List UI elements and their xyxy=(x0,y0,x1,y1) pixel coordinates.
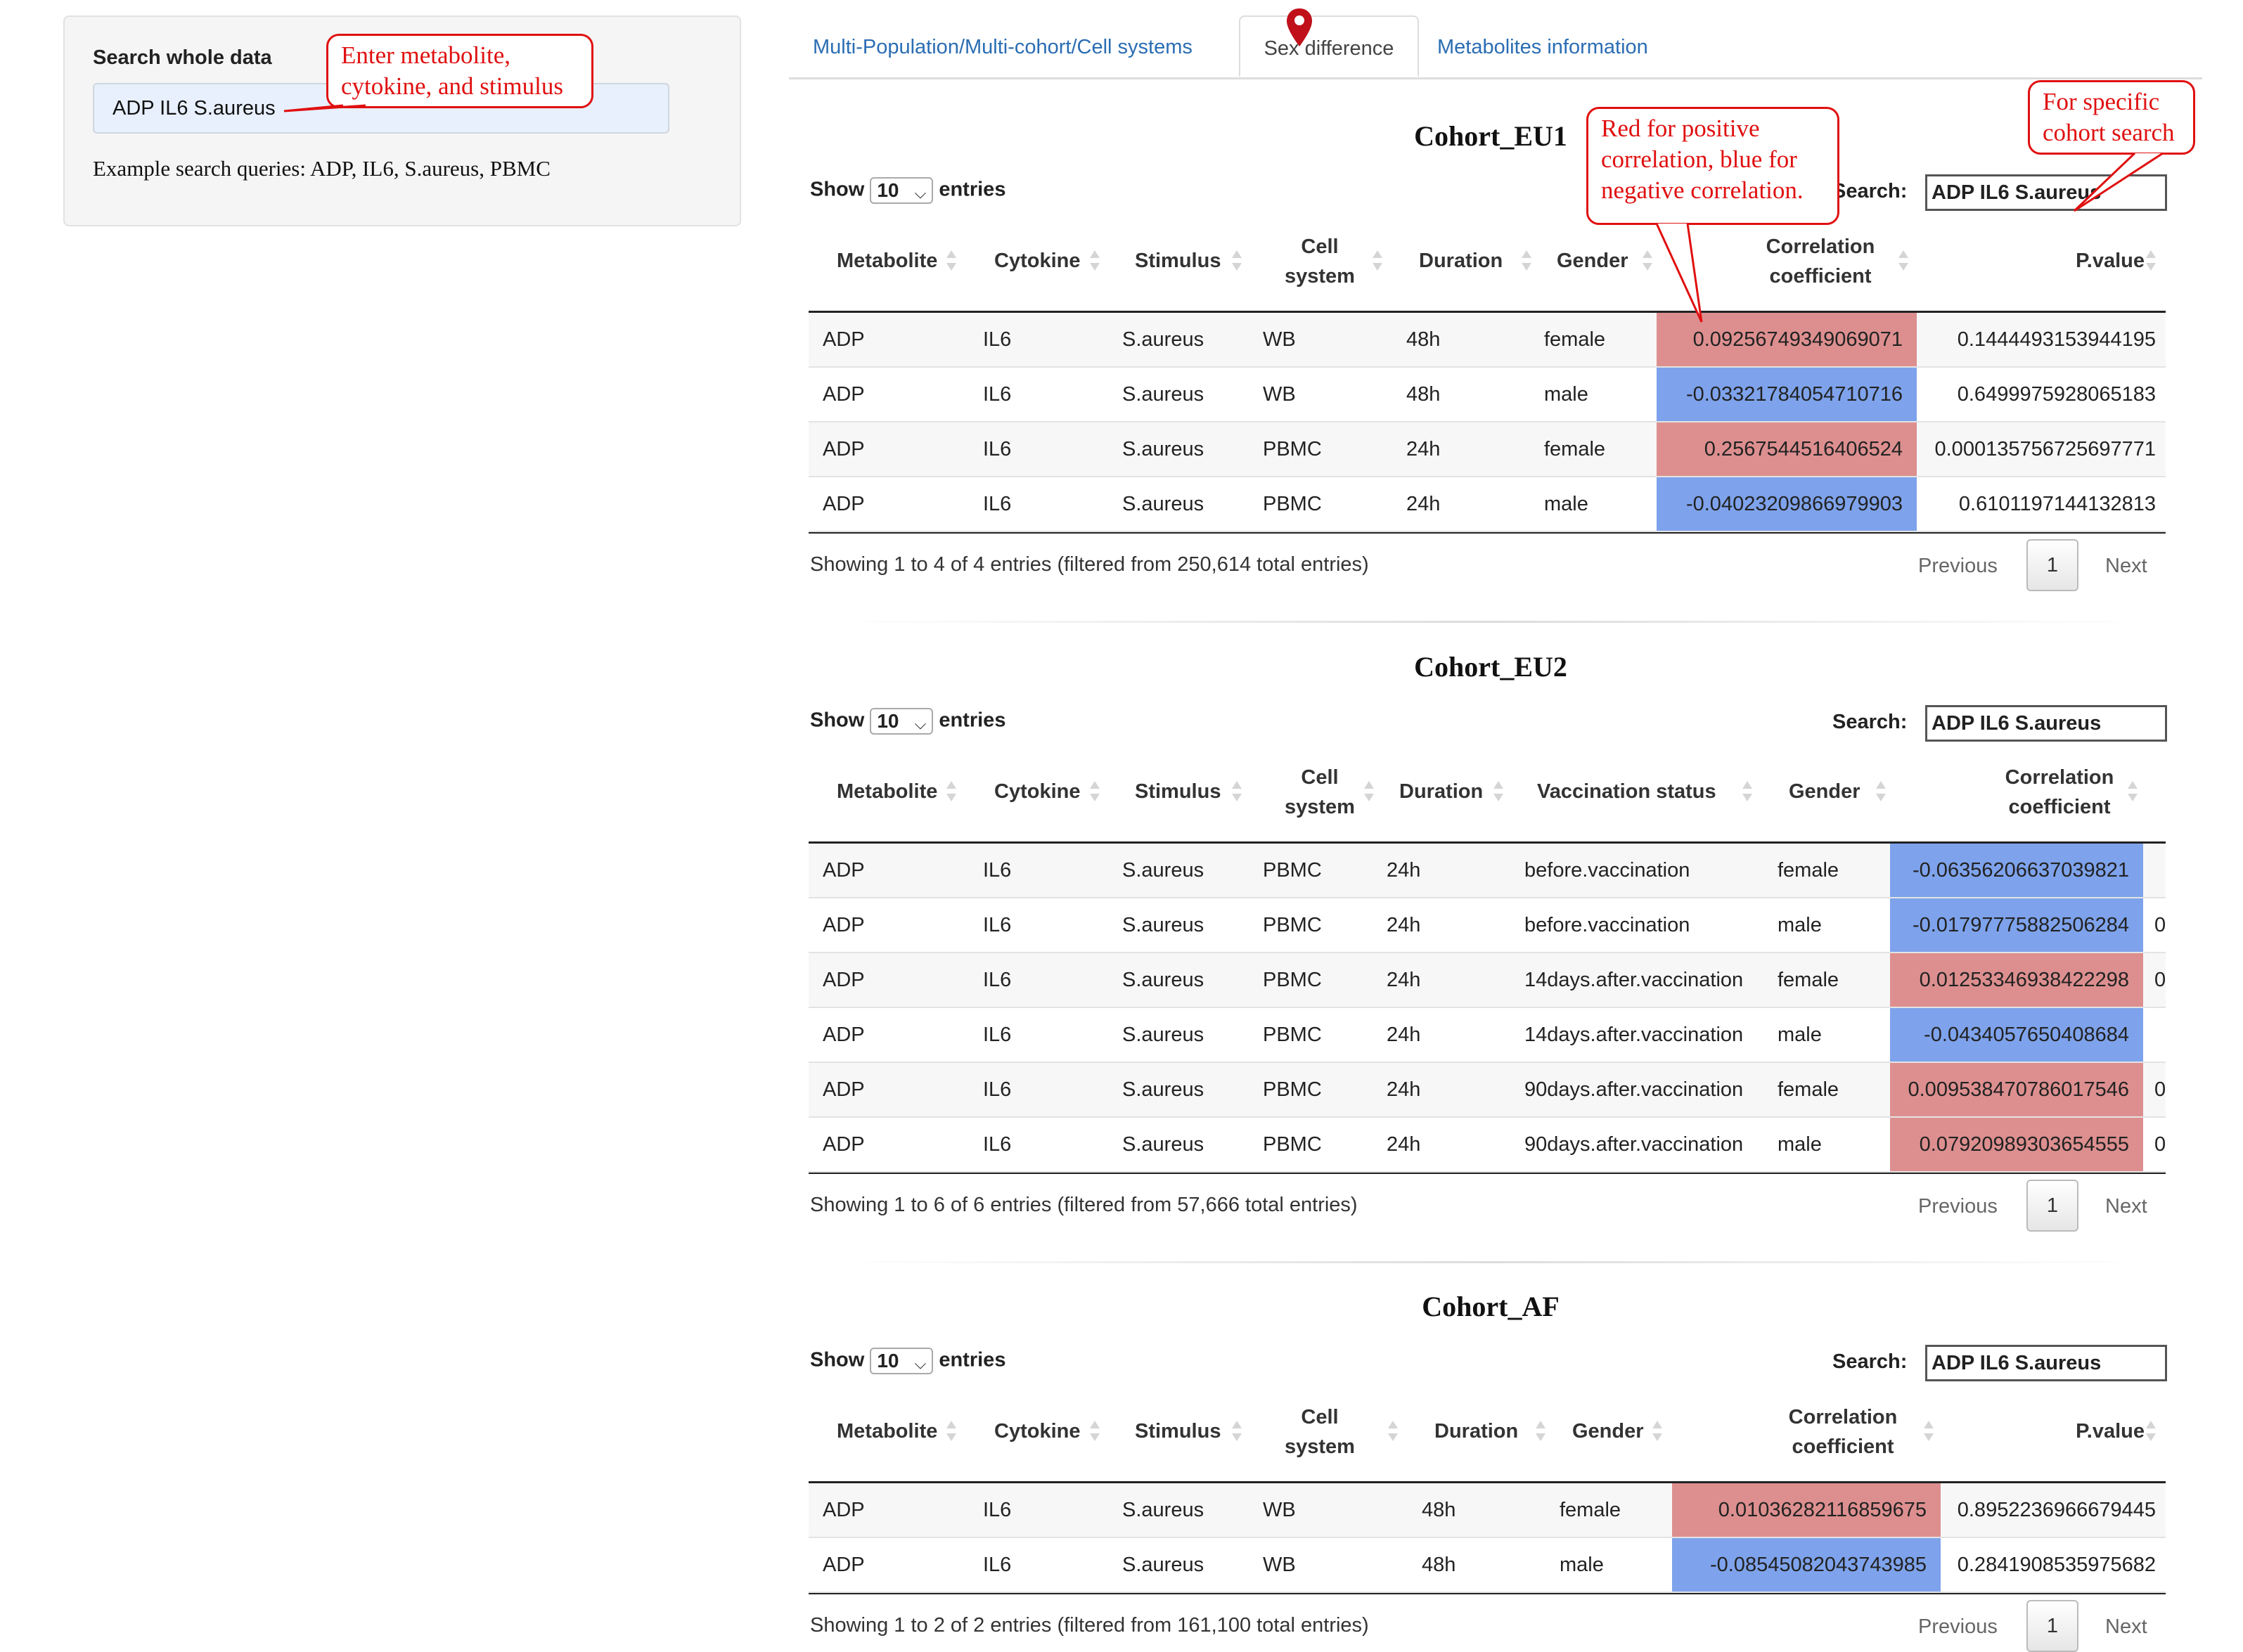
callout-pointers xyxy=(283,104,2164,323)
